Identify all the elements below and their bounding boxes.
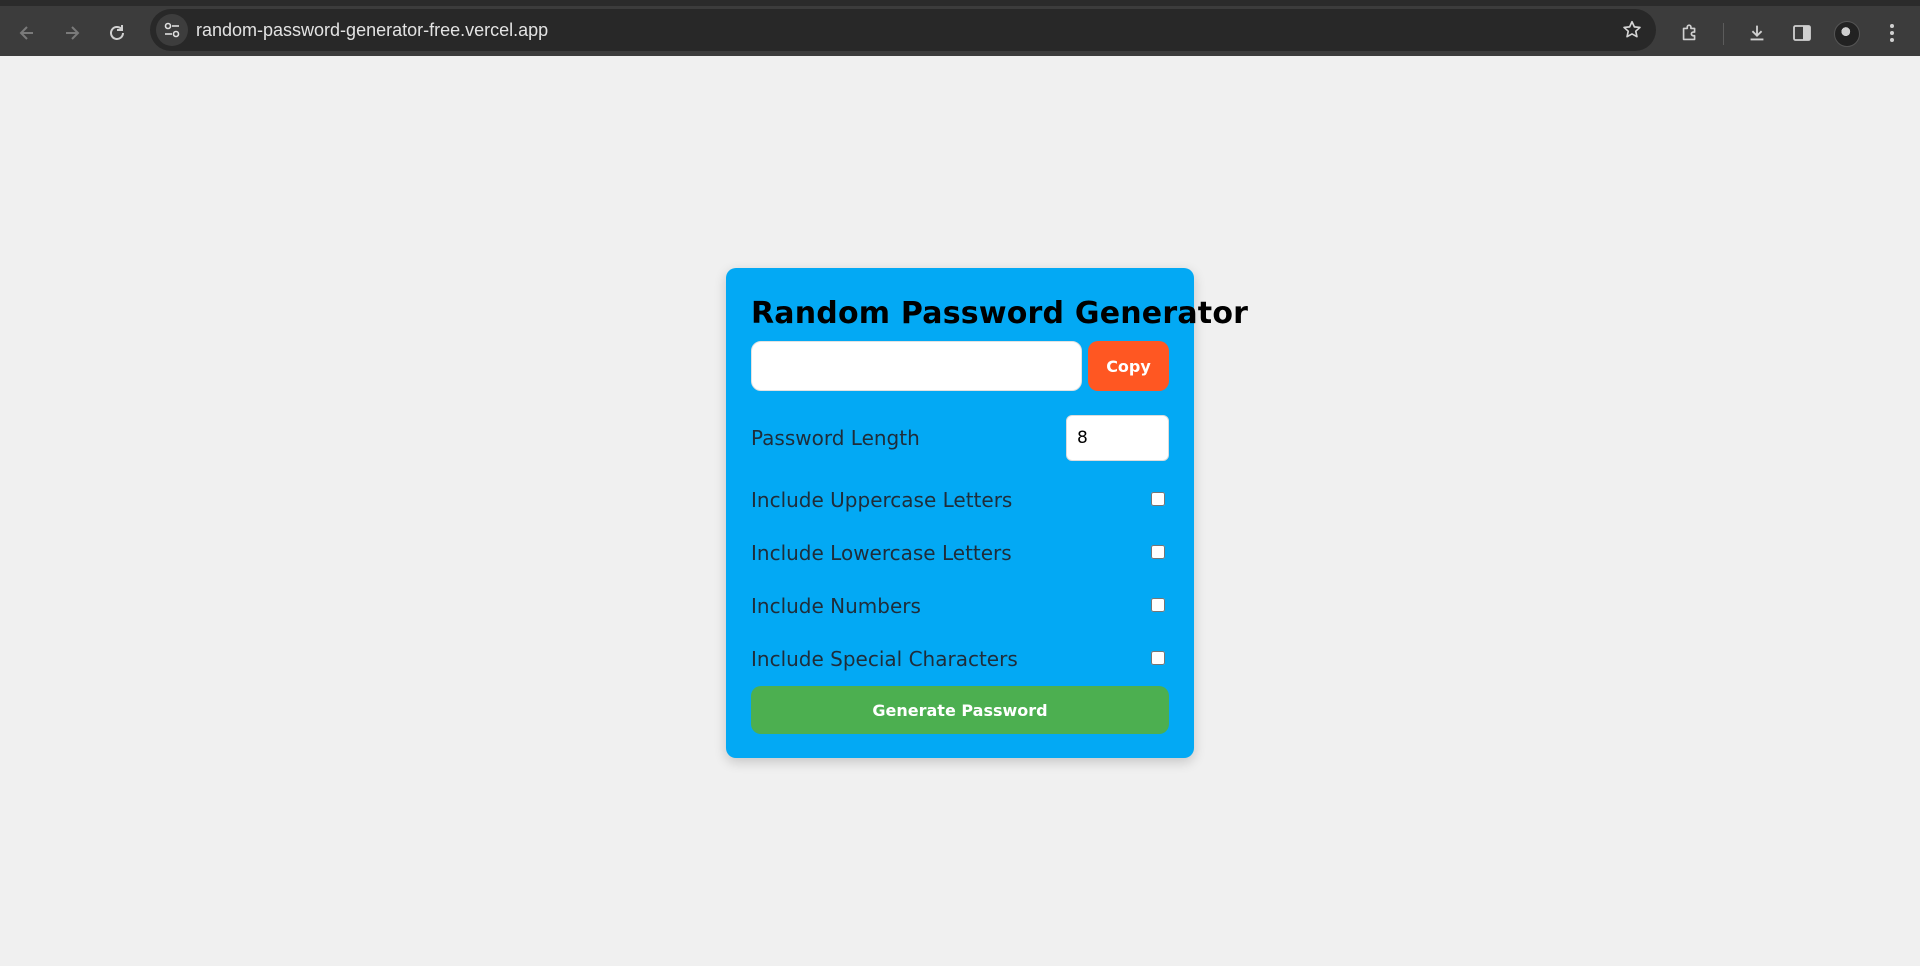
puzzle-icon	[1682, 24, 1696, 41]
url-text[interactable]: random-password-generator-free.vercel.ap…	[196, 9, 548, 51]
site-info-button[interactable]	[156, 14, 188, 46]
arrow-left-icon	[19, 26, 33, 40]
password-output-field[interactable]	[751, 341, 1082, 391]
address-bar[interactable]: random-password-generator-free.vercel.ap…	[150, 9, 1656, 51]
lowercase-label: Include Lowercase Letters	[751, 541, 1012, 565]
password-length-input[interactable]	[1066, 415, 1169, 461]
uppercase-checkbox[interactable]	[1151, 492, 1165, 506]
tune-icon	[164, 22, 180, 38]
side-panel-button[interactable]	[1784, 15, 1820, 51]
password-length-label: Password Length	[751, 426, 920, 450]
extensions-button[interactable]	[1672, 15, 1708, 51]
toolbar-divider	[1723, 23, 1724, 45]
profile-avatar[interactable]	[1834, 21, 1860, 47]
browser-menu-button[interactable]	[1874, 15, 1910, 51]
browser-toolbar: random-password-generator-free.vercel.ap…	[0, 0, 1920, 56]
page-title: Random Password Generator	[751, 296, 1249, 331]
kebab-menu-icon	[1890, 24, 1894, 42]
downloads-button[interactable]	[1739, 15, 1775, 51]
numbers-label: Include Numbers	[751, 594, 921, 618]
forward-button[interactable]	[54, 15, 90, 51]
download-icon	[1750, 25, 1764, 41]
side-panel-icon	[1793, 25, 1811, 41]
back-button[interactable]	[9, 15, 45, 51]
copy-button[interactable]: Copy	[1088, 341, 1169, 391]
star-icon	[1623, 20, 1641, 38]
password-generator-card: Random Password Generator Copy Password …	[726, 268, 1248, 758]
special-characters-label: Include Special Characters	[751, 647, 1018, 671]
bookmark-button[interactable]	[1616, 14, 1648, 46]
reload-button[interactable]	[99, 15, 135, 51]
numbers-checkbox[interactable]	[1151, 598, 1165, 612]
special-characters-checkbox[interactable]	[1151, 651, 1165, 665]
arrow-right-icon	[66, 26, 80, 40]
reload-icon	[110, 25, 124, 40]
generate-password-button[interactable]: Generate Password	[751, 686, 1169, 734]
lowercase-checkbox[interactable]	[1151, 545, 1165, 559]
uppercase-label: Include Uppercase Letters	[751, 488, 1013, 512]
